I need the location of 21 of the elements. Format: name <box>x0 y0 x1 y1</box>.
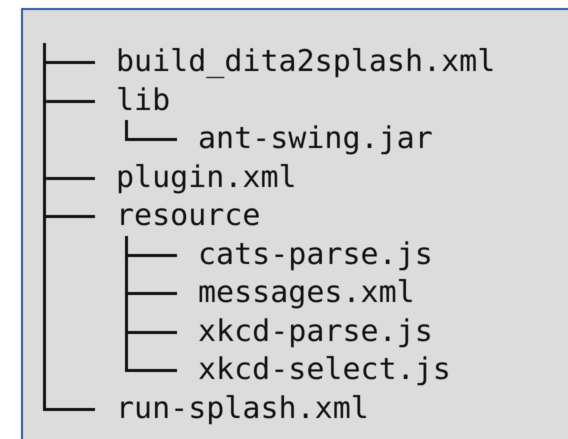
tree-branch-line <box>125 292 177 295</box>
tree-branch-line <box>125 330 177 334</box>
file-name: cats-parse.js <box>198 236 433 274</box>
file-name: xkcd-select.js <box>198 351 451 389</box>
tree-branch-line <box>43 100 95 102</box>
file-name: ant-swing.jar <box>198 120 433 158</box>
tree-branch-line <box>125 369 177 372</box>
file-name: resource <box>116 197 260 235</box>
tree-branch-line <box>125 254 177 256</box>
file-name: plugin.xml <box>116 158 297 196</box>
file-name: build_dita2splash.xml <box>116 43 496 81</box>
tree-branch-line <box>43 61 95 64</box>
tree-line <box>125 120 128 140</box>
file-name: lib <box>116 82 170 120</box>
tree-branch-line <box>125 138 177 141</box>
file-name: xkcd-parse.js <box>198 312 433 350</box>
file-name: messages.xml <box>198 274 415 312</box>
tree-branch-line <box>43 215 95 218</box>
tree-branch-line <box>43 408 95 410</box>
tree-branch-line <box>43 176 95 180</box>
file-name: run-splash.xml <box>116 390 369 428</box>
